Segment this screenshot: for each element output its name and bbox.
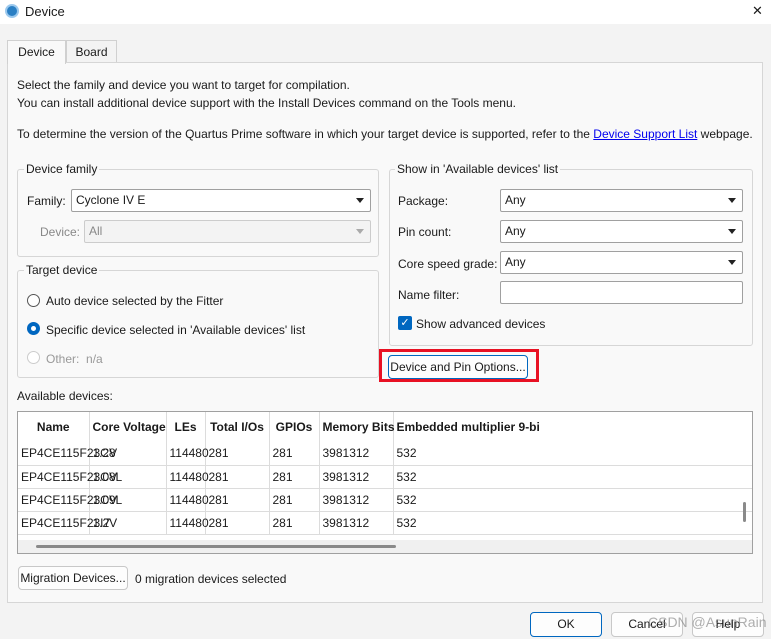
- close-button[interactable]: ✕: [752, 3, 763, 19]
- table-cell: 3981312: [319, 465, 394, 489]
- specific-device-label: Specific device selected in 'Available d…: [46, 323, 306, 337]
- name-filter-input[interactable]: [500, 281, 743, 304]
- column-header[interactable]: Core Voltage: [89, 412, 167, 442]
- package-select[interactable]: Any: [500, 189, 743, 212]
- table-cell: 281: [269, 442, 320, 466]
- table-cell: 532: [393, 488, 752, 512]
- table-cell: 281: [205, 488, 270, 512]
- device-family-title: Device family: [24, 162, 100, 176]
- pin-count-value: Any: [505, 224, 526, 238]
- table-cell: 532: [393, 511, 752, 535]
- vertical-scrollbar-thumb[interactable]: [743, 502, 746, 522]
- show-in-title: Show in 'Available devices' list: [395, 162, 561, 176]
- table-cell: 281: [205, 465, 270, 489]
- intro-line-2: You can install additional device suppor…: [17, 96, 516, 110]
- specific-device-radio[interactable]: [27, 322, 40, 335]
- device-pin-options-button[interactable]: Device and Pin Options...: [388, 355, 528, 379]
- horizontal-scrollbar[interactable]: [18, 540, 752, 553]
- table-cell: 114480: [166, 442, 209, 466]
- target-device-title: Target device: [24, 263, 100, 277]
- chevron-down-icon: [356, 198, 364, 203]
- table-cell: 281: [205, 442, 270, 466]
- column-header[interactable]: Name: [18, 412, 90, 442]
- column-header[interactable]: Memory Bits: [319, 412, 395, 442]
- chevron-down-icon: [728, 198, 736, 203]
- chevron-down-icon: [356, 229, 364, 234]
- migration-devices-button[interactable]: Migration Devices...: [18, 566, 128, 590]
- device-family-group: [17, 169, 379, 257]
- device-select: All: [84, 220, 371, 243]
- scrollbar-thumb[interactable]: [36, 545, 396, 548]
- table-cell: 3981312: [319, 511, 394, 535]
- intro-text-end: webpage.: [697, 127, 753, 141]
- intro-line-1: Select the family and device you want to…: [17, 78, 350, 92]
- chevron-down-icon: [728, 229, 736, 234]
- intro-text: To determine the version of the Quartus …: [17, 127, 594, 141]
- show-advanced-checkbox[interactable]: ✓: [398, 316, 412, 330]
- device-value: All: [89, 224, 103, 238]
- table-cell: 1.0V: [89, 465, 167, 489]
- speed-grade-value: Any: [505, 255, 526, 269]
- migration-status: 0 migration devices selected: [135, 572, 287, 586]
- column-header[interactable]: Total I/Os: [205, 412, 270, 442]
- table-cell: 281: [269, 465, 320, 489]
- speed-grade-select[interactable]: Any: [500, 251, 743, 274]
- table-cell: EP4CE115F23C8: [18, 442, 116, 466]
- table-header: Name Core Voltage LEs Total I/Os GPIOs Memory…: [18, 412, 752, 442]
- package-label: Package:: [398, 194, 449, 208]
- table-row[interactable]: EP4CE115F23C9L 1.0V 114480 281 281 3981312 532: [18, 488, 752, 512]
- table-cell: EP4CE115F23C8L: [18, 465, 122, 489]
- table-row[interactable]: EP4CE115F23C8 1.2V 114480 281 281 3981312 532: [18, 442, 752, 466]
- other-device-radio: [27, 351, 40, 364]
- intro-line-3: To determine the version of the Quartus …: [17, 127, 753, 141]
- column-header[interactable]: Embedded multiplier 9-bi: [393, 412, 752, 442]
- auto-device-radio[interactable]: [27, 294, 40, 307]
- tab-board[interactable]: Board: [66, 40, 117, 63]
- device-label: Device:: [40, 225, 81, 239]
- watermark: CSDN @AsunRain: [648, 614, 767, 630]
- table-cell: 3981312: [319, 488, 394, 512]
- table-cell: 1.2V: [89, 442, 167, 466]
- family-value: Cyclone IV E: [76, 193, 146, 207]
- table-cell: 532: [393, 465, 752, 489]
- speed-grade-label: Core speed grade:: [398, 257, 498, 271]
- table-row[interactable]: EP4CE115F23I7 1.2V 114480 281 281 3981312 532: [18, 511, 752, 535]
- table-cell: 114480: [166, 511, 209, 535]
- family-select[interactable]: Cyclone IV E: [71, 189, 371, 212]
- table-cell: 532: [393, 442, 752, 466]
- column-header[interactable]: GPIOs: [269, 412, 320, 442]
- table-cell: EP4CE115F23I7: [18, 511, 110, 535]
- table-cell: 114480: [166, 465, 209, 489]
- table-cell: 1.0V: [89, 488, 167, 512]
- pin-count-select[interactable]: Any: [500, 220, 743, 243]
- tab-device[interactable]: Device: [7, 40, 66, 64]
- name-filter-label: Name filter:: [398, 288, 460, 302]
- other-device-label: Other: n/a: [46, 352, 103, 366]
- table-cell: EP4CE115F23C9L: [18, 488, 122, 512]
- device-support-list-link[interactable]: Device Support List: [593, 127, 697, 141]
- available-devices-table[interactable]: Name Core Voltage LEs Total I/Os GPIOs Memory…: [17, 411, 753, 554]
- auto-device-label: Auto device selected by the Fitter: [46, 294, 224, 308]
- chevron-down-icon: [728, 260, 736, 265]
- app-icon: [5, 4, 19, 18]
- table-cell: 281: [205, 511, 270, 535]
- show-advanced-label: Show advanced devices: [416, 317, 546, 331]
- window-title: Device: [25, 4, 65, 19]
- family-label: Family:: [27, 194, 66, 208]
- package-value: Any: [505, 193, 526, 207]
- column-header[interactable]: LEs: [166, 412, 206, 442]
- table-cell: 281: [269, 488, 320, 512]
- table-row[interactable]: EP4CE115F23C8L 1.0V 114480 281 281 3981312 532: [18, 465, 752, 489]
- available-devices-label: Available devices:: [17, 389, 113, 403]
- pin-count-label: Pin count:: [398, 225, 452, 239]
- table-cell: 1.2V: [89, 511, 167, 535]
- title-bar: Device ✕: [0, 0, 771, 24]
- table-cell: 3981312: [319, 442, 394, 466]
- table-cell: 281: [269, 511, 320, 535]
- ok-button[interactable]: OK: [530, 612, 602, 637]
- table-cell: 114480: [166, 488, 209, 512]
